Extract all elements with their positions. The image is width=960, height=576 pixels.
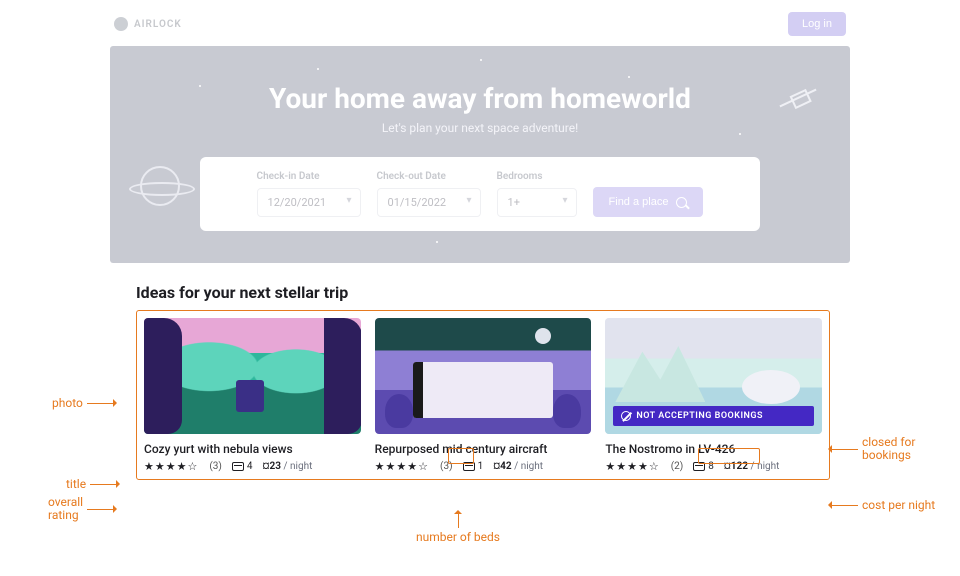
price: ¤42 / night: [493, 461, 543, 472]
review-count: (2): [671, 461, 684, 472]
listing-photo: [144, 318, 361, 434]
search-form: Check-in Date 12/20/2021 Check-out Date …: [200, 157, 760, 231]
checkout-input[interactable]: 01/15/2022: [377, 188, 481, 217]
annotation-closed: closed forbookings: [862, 436, 915, 462]
listing-photo: [375, 318, 592, 434]
bedrooms-label: Bedrooms: [497, 171, 543, 182]
listing-photo: NOT ACCEPTING BOOKINGS: [605, 318, 822, 434]
section-title: Ideas for your next stellar trip: [136, 283, 830, 302]
find-place-button[interactable]: Find a place: [593, 187, 704, 217]
checkin-input[interactable]: 12/20/2021: [257, 188, 361, 217]
annotation-beds: number of beds: [416, 530, 500, 544]
bed-icon: [232, 462, 244, 471]
hero-banner: Your home away from homeworld Let's plan…: [110, 46, 850, 263]
bed-count: 1: [463, 461, 484, 472]
annotation-price: cost per night: [862, 498, 935, 512]
checkin-label: Check-in Date: [257, 171, 320, 182]
annotation-photo: photo: [52, 396, 83, 410]
listing-row: Cozy yurt with nebula views ★★★★☆ (3) 4 …: [136, 310, 830, 480]
satellite-icon: [769, 69, 827, 127]
closed-banner: NOT ACCEPTING BOOKINGS: [613, 406, 814, 426]
rating-stars: ★★★★☆: [375, 461, 428, 472]
annotation-rating: overallrating: [48, 496, 83, 522]
listing-card[interactable]: Repurposed mid century aircraft ★★★★☆ (3…: [375, 318, 592, 472]
brand-mark-icon: [114, 17, 128, 31]
brand-name: AIRLOCK: [134, 19, 182, 30]
price: ¤122 / night: [724, 461, 780, 472]
review-count: (3): [209, 461, 222, 472]
hero-title: Your home away from homeworld: [150, 82, 810, 115]
listing-card[interactable]: Cozy yurt with nebula views ★★★★☆ (3) 4 …: [144, 318, 361, 472]
price: ¤23 / night: [263, 461, 313, 472]
bed-count: 8: [693, 461, 714, 472]
checkout-label: Check-out Date: [377, 171, 446, 182]
listing-title: Cozy yurt with nebula views: [144, 442, 361, 456]
listing-card[interactable]: NOT ACCEPTING BOOKINGS The Nostromo in L…: [605, 318, 822, 472]
listing-title: The Nostromo in LV-426: [605, 442, 822, 456]
hero-subtitle: Let's plan your next space adventure!: [150, 121, 810, 135]
login-button[interactable]: Log in: [788, 12, 846, 36]
search-icon: [676, 197, 687, 208]
brand-logo[interactable]: AIRLOCK: [114, 17, 182, 31]
no-entry-icon: [621, 411, 631, 421]
find-place-label: Find a place: [609, 196, 669, 208]
planet-icon: [140, 166, 180, 206]
bed-count: 4: [232, 461, 253, 472]
review-count: (3): [440, 461, 453, 472]
bed-icon: [693, 462, 705, 471]
annotation-title: title: [66, 477, 86, 491]
bedrooms-select[interactable]: 1+: [497, 188, 577, 217]
rating-stars: ★★★★☆: [605, 461, 658, 472]
listing-title: Repurposed mid century aircraft: [375, 442, 592, 456]
rating-stars: ★★★★☆: [144, 461, 197, 472]
bed-icon: [463, 462, 475, 471]
